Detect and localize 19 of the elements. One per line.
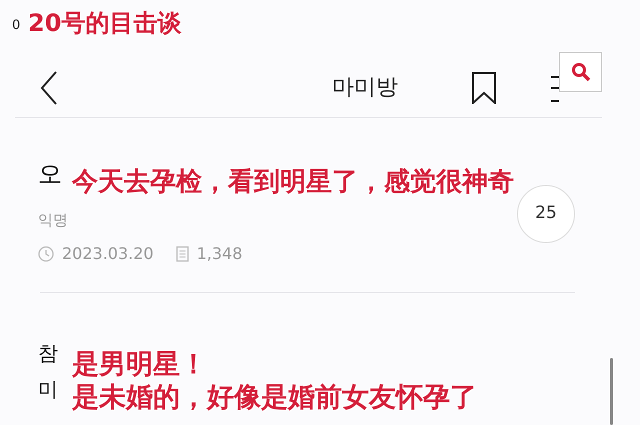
- views-text: 1,348: [196, 242, 242, 264]
- clock-icon: [38, 246, 54, 262]
- caption-text: 是男明星！: [72, 350, 207, 380]
- date-text: 2023.03.20: [62, 242, 154, 264]
- document-icon: [176, 246, 189, 262]
- caption-text: 是未婚的，好像是婚前女友怀孕了: [72, 383, 477, 413]
- comment-count[interactable]: 25: [517, 184, 575, 243]
- caption-text: 20号的目击谈: [28, 10, 182, 36]
- post-title: 오: [38, 162, 62, 186]
- post-title: 참: [38, 342, 58, 362]
- search-icon: [570, 62, 590, 82]
- search-button[interactable]: [559, 52, 602, 92]
- post-title: 미: [38, 378, 58, 398]
- author-text: 익명: [38, 210, 69, 231]
- bookmark-icon[interactable]: [472, 72, 496, 104]
- status-text: 0: [12, 18, 20, 33]
- back-icon[interactable]: [40, 70, 58, 104]
- caption-text: 今天去孕检，看到明星了，感觉很神奇: [72, 168, 514, 197]
- page-title: 마미방: [332, 74, 398, 102]
